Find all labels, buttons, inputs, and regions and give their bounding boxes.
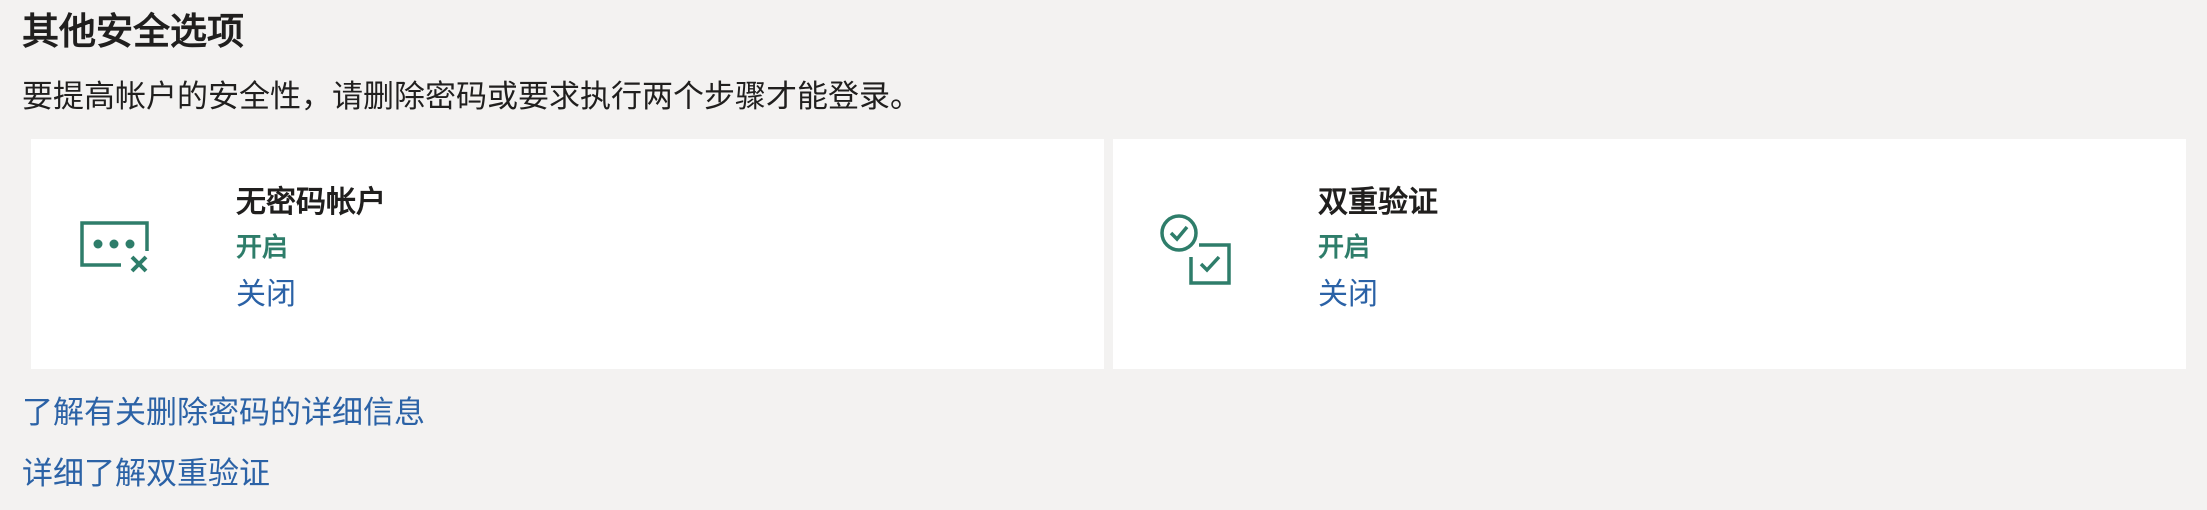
two-step-status-label: 开启 (1318, 233, 1371, 263)
learn-two-step-link[interactable]: 详细了解双重验证 (22, 453, 270, 495)
passwordless-card-body: 无密码帐户 开启 关闭 (236, 183, 386, 315)
two-step-checkbox-icon (1153, 209, 1243, 299)
passwordless-account-card: 无密码帐户 开启 关闭 (31, 139, 1104, 369)
passwordless-card-title: 无密码帐户 (236, 185, 386, 220)
passwordless-turn-off-link[interactable]: 关闭 (236, 275, 296, 315)
security-options-page: 其他安全选项 要提高帐户的安全性，请删除密码或要求执行两个步骤才能登录。 无密码… (0, 0, 2207, 510)
learn-remove-password-link[interactable]: 了解有关删除密码的详细信息 (22, 392, 425, 434)
two-step-card-title: 双重验证 (1318, 185, 1438, 220)
two-step-verification-card: 双重验证 开启 关闭 (1113, 139, 2186, 369)
two-step-card-body: 双重验证 开启 关闭 (1318, 183, 1438, 315)
section-title: 其他安全选项 (22, 10, 244, 53)
section-description: 要提高帐户的安全性，请删除密码或要求执行两个步骤才能登录。 (22, 79, 921, 115)
password-dots-remove-icon (71, 209, 161, 299)
passwordless-status-label: 开启 (236, 233, 289, 263)
security-cards: 无密码帐户 开启 关闭 双重验证 开启 关闭 (31, 139, 2186, 369)
two-step-turn-off-link[interactable]: 关闭 (1318, 275, 1378, 315)
